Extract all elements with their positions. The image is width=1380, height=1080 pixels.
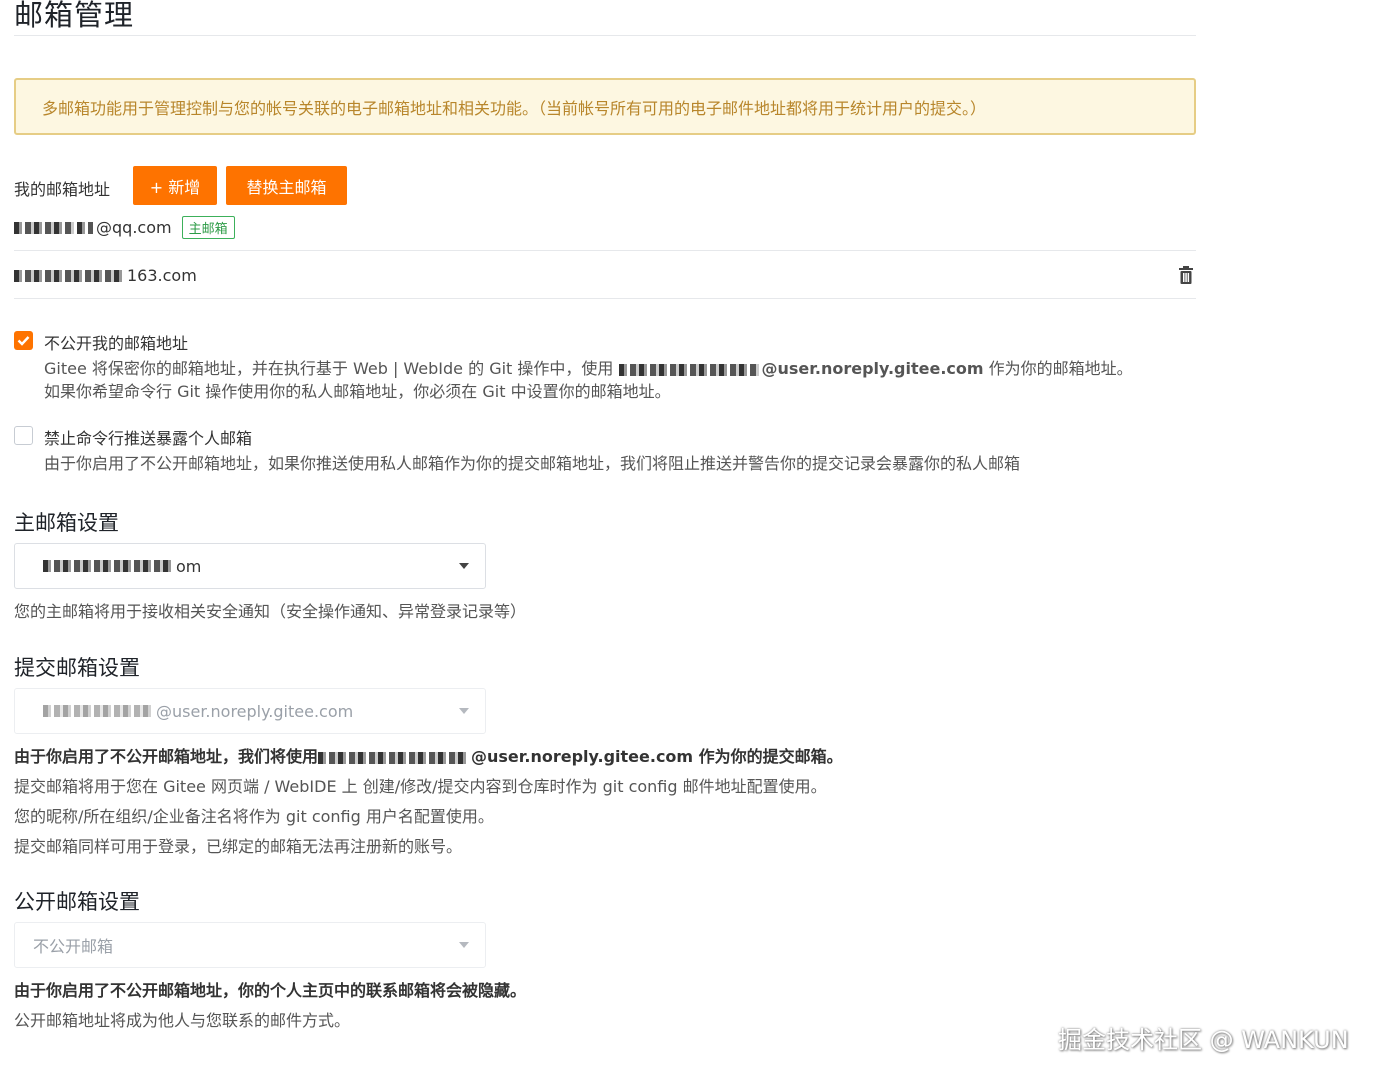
- public-email-select[interactable]: 不公开邮箱: [14, 922, 486, 968]
- commit-email-hint2: 提交邮箱将用于您在 Gitee 网页端 / WebIDE 上 创建/修改/提交内…: [14, 777, 827, 796]
- public-email-value: 不公开邮箱: [33, 937, 114, 956]
- hide-email-title: 不公开我的邮箱地址: [44, 334, 189, 353]
- divider: [14, 35, 1196, 36]
- primary-email-value: om: [176, 556, 202, 576]
- caret-down-icon: [459, 563, 469, 569]
- hide-email-desc-post: 作为你的邮箱地址。: [983, 359, 1133, 378]
- replace-primary-email-button[interactable]: 替换主邮箱: [226, 166, 347, 205]
- primary-email-hint: 您的主邮箱将用于接收相关安全通知（安全操作通知、异常登录记录等）: [14, 602, 527, 621]
- primary-email-badge: 主邮箱: [181, 216, 235, 239]
- commit-email-hint-post: 作为你的提交邮箱。: [693, 747, 843, 766]
- commit-email-value: @user.noreply.gitee.com: [156, 701, 354, 721]
- commit-noreply-email: @user.noreply.gitee.com: [471, 747, 694, 766]
- masked-email-prefix: [14, 221, 74, 234]
- caret-down-icon: [459, 942, 469, 948]
- commit-email-select[interactable]: @user.noreply.gitee.com: [14, 688, 486, 734]
- email-address: 163.com: [127, 266, 197, 285]
- public-email-hint-bold: 由于你启用了不公开邮箱地址，你的个人主页中的联系邮箱将会被隐藏。: [14, 981, 527, 1000]
- masked-email-prefix: [43, 705, 153, 717]
- primary-email-section-title: 主邮箱设置: [14, 511, 119, 535]
- commit-email-hint-pre: 由于你启用了不公开邮箱地址，我们将使用: [14, 747, 319, 766]
- notice-text: 多邮箱功能用于管理控制与您的帐号关联的电子邮箱地址和相关功能。（当前帐号所有可用…: [42, 98, 987, 118]
- hide-email-desc: Gitee 将保密你的邮箱地址，并在执行基于 Web | WebIde 的 Gi…: [44, 357, 1133, 403]
- noreply-email: @user.noreply.gitee.com: [761, 359, 984, 378]
- public-email-section-title: 公开邮箱设置: [14, 890, 140, 914]
- caret-down-icon: [459, 708, 469, 714]
- my-emails-label: 我的邮箱地址: [14, 180, 111, 199]
- masked-email-prefix: [43, 560, 173, 572]
- email-row: 163.com: [14, 253, 1196, 299]
- commit-email-hint-bold: 由于你启用了不公开邮箱地址，我们将使用 @user.noreply.gitee.c…: [14, 743, 843, 767]
- primary-email-select[interactable]: om: [14, 543, 486, 589]
- email-address: @qq.com: [96, 218, 172, 237]
- add-email-button[interactable]: + 新增: [133, 166, 217, 205]
- checkmark-icon: [17, 336, 30, 346]
- info-notice: 多邮箱功能用于管理控制与您的帐号关联的电子邮箱地址和相关功能。（当前帐号所有可用…: [14, 78, 1196, 135]
- page-title: 邮箱管理: [14, 0, 135, 32]
- block-push-title: 禁止命令行推送暴露个人邮箱: [44, 429, 253, 448]
- block-push-checkbox[interactable]: [14, 426, 33, 445]
- block-push-desc: 由于你启用了不公开邮箱地址，如果你推送使用私人邮箱作为你的提交邮箱地址，我们将阻…: [44, 454, 1021, 473]
- masked-email-prefix: [14, 269, 124, 282]
- trash-icon[interactable]: [1178, 266, 1194, 284]
- hide-email-desc-pre: Gitee 将保密你的邮箱地址，并在执行基于 Web | WebIde 的 Gi…: [44, 359, 614, 378]
- commit-email-hint3: 您的昵称/所在组织/企业备注名将作为 git config 用户名配置使用。: [14, 807, 494, 826]
- masked-username: [318, 751, 469, 764]
- masked-username: [618, 363, 759, 376]
- hide-email-desc-line2: 如果你希望命令行 Git 操作使用你的私人邮箱地址，你必须在 Git 中设置你的…: [44, 382, 671, 401]
- public-email-hint2: 公开邮箱地址将成为他人与您联系的邮件方式。: [14, 1011, 351, 1030]
- masked-email-prefix: [77, 221, 93, 234]
- commit-email-hint4: 提交邮箱同样可用于登录，已绑定的邮箱无法再注册新的账号。: [14, 837, 463, 856]
- hide-email-checkbox[interactable]: [14, 331, 33, 350]
- email-row: @qq.com 主邮箱: [14, 205, 1196, 251]
- commit-email-section-title: 提交邮箱设置: [14, 656, 140, 680]
- watermark: 掘金技术社区 @ WANKUN: [1058, 1026, 1349, 1054]
